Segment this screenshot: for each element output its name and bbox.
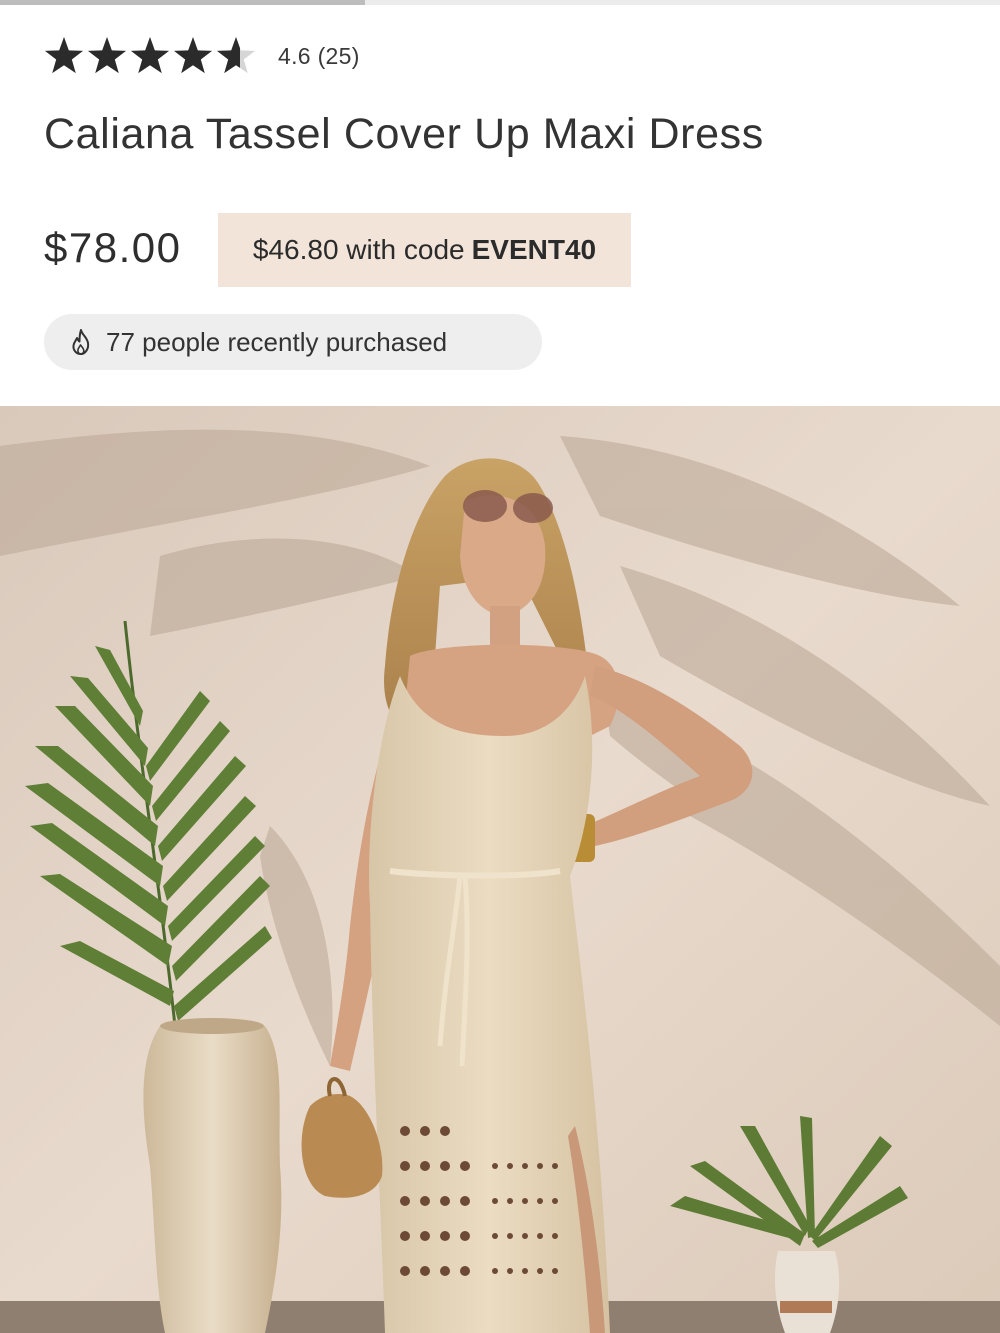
star-icon xyxy=(130,37,170,74)
product-title: Caliana Tassel Cover Up Maxi Dress xyxy=(44,110,764,158)
star-icon xyxy=(173,37,213,74)
star-rating-graphic xyxy=(44,37,256,74)
rating-stars xyxy=(44,36,256,76)
promo-code: EVENT40 xyxy=(471,234,597,265)
product-rating[interactable]: 4.6 (25) xyxy=(44,34,360,78)
promo-price-text: $46.80 with code xyxy=(252,234,465,265)
product-price: $78.00 xyxy=(44,224,182,271)
product-page: 4.6 (25) Caliana Tassel Cover Up Maxi Dr… xyxy=(0,0,1000,1333)
rating-count[interactable]: 4.6 (25) xyxy=(278,43,360,70)
product-image[interactable] xyxy=(0,406,1000,1333)
recent-purchases-badge: 77 people recently purchased xyxy=(44,314,542,370)
star-icon xyxy=(87,37,127,74)
product-photo xyxy=(0,406,1000,1333)
star-icon xyxy=(44,37,84,74)
gallery-progress-track xyxy=(0,0,1000,5)
recent-purchases-text: 77 people recently purchased xyxy=(106,326,448,357)
flame-icon xyxy=(66,326,98,358)
gallery-progress-fill xyxy=(0,0,365,5)
promo-price-badge: $46.80 with code EVENT40 xyxy=(218,213,631,287)
